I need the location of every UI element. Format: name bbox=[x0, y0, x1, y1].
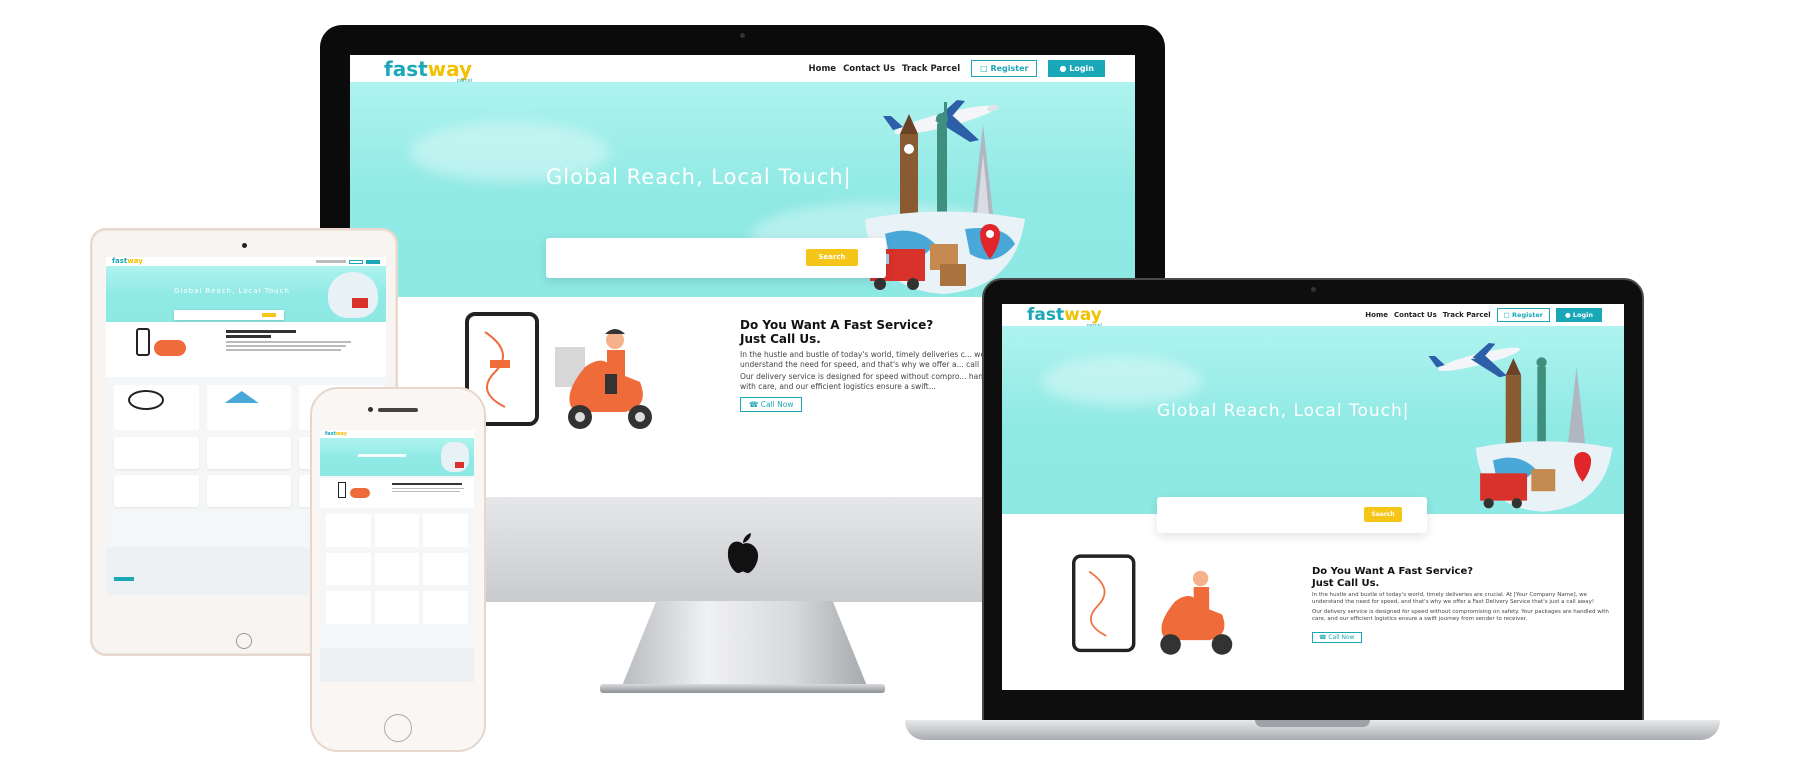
laptop-nav-track-parcel[interactable]: Track Parcel bbox=[1443, 311, 1491, 319]
phone-camera bbox=[368, 407, 373, 412]
laptop-service-paragraph-1: In the hustle and bustle of today's worl… bbox=[1312, 592, 1595, 606]
laptop-nav-home[interactable]: Home bbox=[1365, 311, 1388, 319]
laptop-call-now-button[interactable]: ☎ Call Now bbox=[1312, 631, 1362, 643]
laptop-notch bbox=[1255, 720, 1370, 727]
imac-menu: Home Contact Us Track Parcel □ Register … bbox=[808, 60, 1105, 77]
imac-service-text: Do You Want A Fast Service? Just Call Us… bbox=[740, 318, 1010, 413]
laptop-service-paragraph-2: Our delivery service is designed for spe… bbox=[1312, 608, 1609, 623]
imac-search-box: Search bbox=[546, 238, 886, 278]
laptop-login-button[interactable]: ● Login bbox=[1555, 308, 1602, 322]
laptop-logo[interactable]: fastway parcel bbox=[1027, 306, 1102, 328]
laptop-hero: Global Reach, Local Touch| bbox=[1002, 326, 1624, 514]
imac-base bbox=[600, 684, 885, 693]
imac-navbar: fastway parcel Home Contact Us Track Par… bbox=[350, 55, 1135, 84]
tablet-menu-bars bbox=[316, 259, 380, 264]
tablet-service-row bbox=[106, 322, 386, 377]
tablet-search-button[interactable] bbox=[262, 313, 276, 317]
laptop-navbar: fastway parcel Home Contact Us Track Par… bbox=[1002, 304, 1624, 328]
laptop-camera bbox=[1311, 287, 1316, 292]
call-now-button[interactable]: ☎ Call Now bbox=[740, 397, 803, 413]
tablet-camera bbox=[242, 243, 247, 248]
laptop-search-button[interactable]: Search bbox=[1364, 507, 1402, 522]
imac-hero-title: Global Reach, Local Touch| bbox=[546, 165, 852, 189]
imac-search-input[interactable] bbox=[566, 248, 786, 268]
laptop-search-box: Search bbox=[1157, 497, 1427, 533]
laptop-menu: Home Contact Us Track Parcel □ Register … bbox=[1365, 308, 1602, 322]
laptop-service-text: Do You Want A Fast Service? Just Call Us… bbox=[1312, 566, 1612, 643]
imac-stand bbox=[622, 601, 867, 686]
tablet-hero-title: Global Reach, Local Touch bbox=[174, 287, 290, 295]
phone-cards bbox=[326, 514, 468, 624]
imac-camera bbox=[740, 33, 745, 38]
service-paragraph-2: Our delivery service is designed for spe… bbox=[740, 371, 1000, 391]
phone-service-row bbox=[320, 478, 474, 508]
phone-home-button[interactable] bbox=[384, 714, 412, 742]
laptop-landmarks-icon bbox=[1475, 357, 1613, 512]
laptop-nav-contact-us[interactable]: Contact Us bbox=[1394, 311, 1437, 319]
laptop-delivery-illustration bbox=[1072, 554, 1233, 655]
service-heading: Do You Want A Fast Service? Just Call Us… bbox=[740, 318, 934, 346]
tablet-globe-art bbox=[328, 272, 378, 318]
login-button[interactable]: ● Login bbox=[1048, 60, 1105, 77]
phone-footer bbox=[320, 648, 474, 682]
service-paragraph-1: In the hustle and bustle of today's worl… bbox=[740, 349, 1005, 369]
nav-track-parcel[interactable]: Track Parcel bbox=[902, 64, 960, 74]
phone-speaker bbox=[378, 408, 418, 412]
apple-logo-icon bbox=[727, 533, 759, 574]
laptop-screen: fastway parcel Home Contact Us Track Par… bbox=[1002, 304, 1624, 690]
imac-search-button[interactable]: Search bbox=[806, 249, 858, 266]
laptop-hero-title: Global Reach, Local Touch| bbox=[1157, 401, 1410, 421]
laptop-service-heading: Do You Want A Fast Service? Just Call Us… bbox=[1312, 566, 1474, 589]
phone-logo[interactable]: fastway bbox=[325, 431, 347, 437]
phone-screen: fastway bbox=[320, 430, 474, 682]
laptop-register-button[interactable]: □ Register bbox=[1496, 308, 1550, 322]
tablet-home-button[interactable] bbox=[236, 633, 252, 649]
delivery-scooter-illustration bbox=[465, 312, 652, 429]
imac-logo[interactable]: fastway parcel bbox=[384, 59, 472, 84]
tablet-logo[interactable]: fastway bbox=[112, 258, 143, 265]
laptop-search-input[interactable] bbox=[1172, 506, 1347, 524]
nav-home[interactable]: Home bbox=[808, 64, 836, 74]
tablet-search-box bbox=[174, 310, 284, 320]
phone-hero bbox=[320, 438, 474, 476]
nav-contact-us[interactable]: Contact Us bbox=[843, 64, 895, 74]
register-button[interactable]: □ Register bbox=[971, 60, 1038, 77]
